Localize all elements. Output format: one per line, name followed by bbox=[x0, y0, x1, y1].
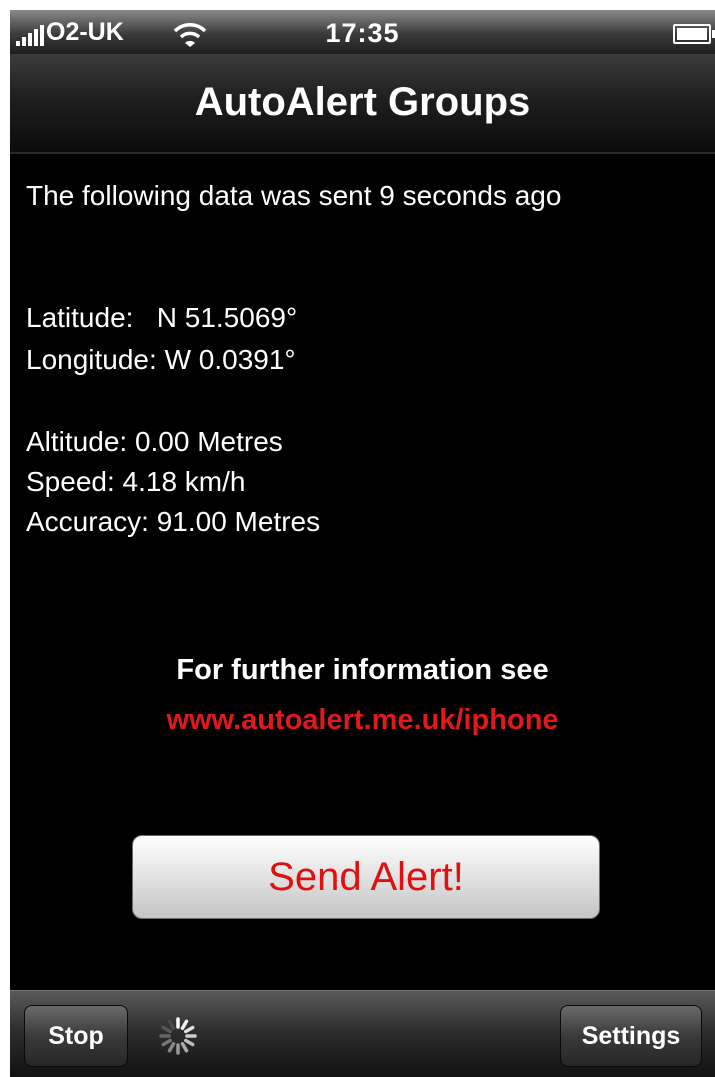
sent-message: The following data was sent 9 seconds ag… bbox=[26, 180, 562, 211]
page-title: AutoAlert Groups bbox=[194, 80, 531, 124]
info-link[interactable]: www.autoalert.me.uk/iphone bbox=[10, 704, 715, 737]
phone-screen: O2-UK 17:35 AutoAlert Groups The followi… bbox=[10, 10, 715, 1077]
activity-spinner-icon bbox=[159, 1017, 197, 1055]
altitude-readout: Altitude: 0.00 Metres bbox=[26, 426, 283, 457]
battery-icon bbox=[673, 24, 715, 44]
send-alert-button[interactable]: Send Alert! bbox=[132, 835, 600, 919]
settings-button[interactable]: Settings bbox=[560, 1005, 702, 1067]
clock: 17:35 bbox=[325, 18, 400, 48]
speed-readout: Speed: 4.18 km/h bbox=[26, 466, 246, 497]
navigation-bar: AutoAlert Groups bbox=[10, 54, 715, 154]
info-heading: For further information see bbox=[176, 654, 549, 686]
longitude-readout: Longitude: W 0.0391° bbox=[26, 344, 296, 375]
stop-button[interactable]: Stop bbox=[24, 1005, 128, 1067]
bottom-toolbar: Stop Settings bbox=[10, 990, 715, 1077]
accuracy-readout: Accuracy: 91.00 Metres bbox=[26, 506, 321, 537]
latitude-readout: Latitude: N 51.5069° bbox=[26, 302, 298, 333]
main-content: The following data was sent 9 seconds ag… bbox=[10, 154, 715, 990]
status-bar: O2-UK 17:35 bbox=[10, 10, 715, 54]
